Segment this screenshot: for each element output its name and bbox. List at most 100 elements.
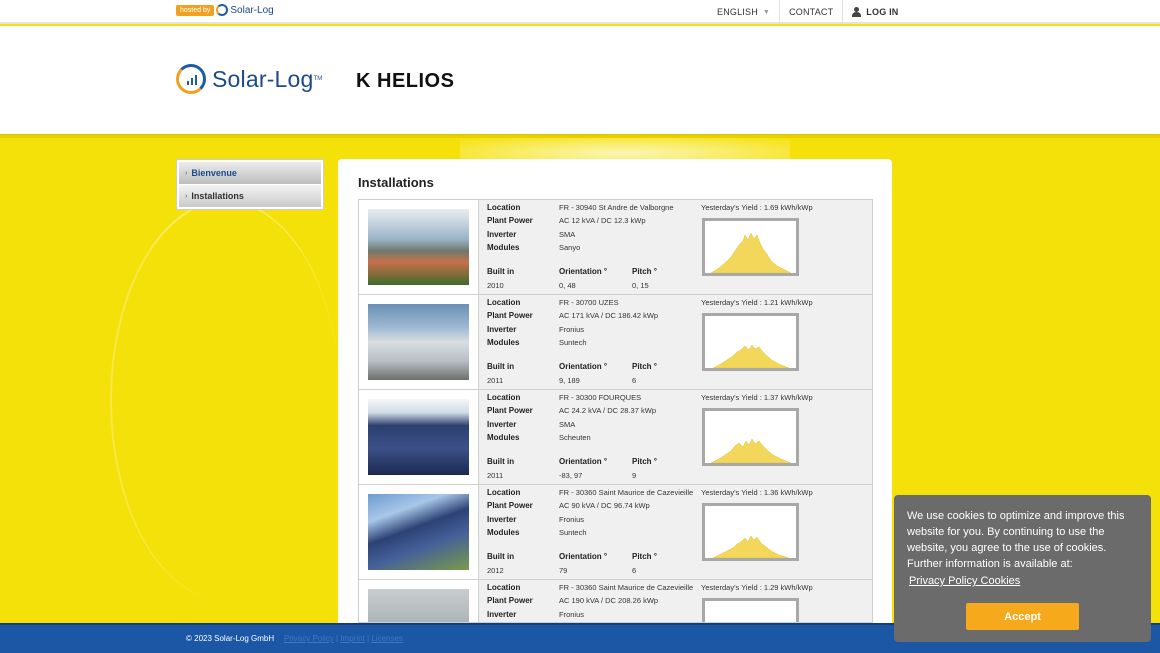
sidebar-item-installations[interactable]: › Installations xyxy=(179,185,321,207)
location-value: FR - 30300 FOURQUES xyxy=(559,393,642,402)
accept-cookies-button[interactable]: Accept xyxy=(966,603,1079,630)
inverter-label: Inverter xyxy=(487,325,517,334)
sidebar-menu: › Bienvenue › Installations xyxy=(176,159,324,210)
inverter-label: Inverter xyxy=(487,420,517,429)
orientation-label: Orientation ° xyxy=(559,457,608,466)
yield-mini-chart[interactable] xyxy=(702,218,799,276)
user-icon xyxy=(852,7,862,17)
privacy-policy-link[interactable]: Privacy Policy xyxy=(284,634,334,643)
modules-value: Suntech xyxy=(559,338,587,347)
language-selector[interactable]: ENGLISH ▼ xyxy=(708,0,779,24)
language-label: ENGLISH xyxy=(717,7,758,17)
pitch-value: 6 xyxy=(632,566,637,575)
yesterday-yield: Yesterday's Yield : 1.21 kWh/kWp xyxy=(701,298,813,307)
top-nav: ENGLISH ▼ CONTACT LOG IN xyxy=(708,0,908,24)
modules-value: Sanyo xyxy=(559,243,581,252)
plant-power-value: AC 171 kVA / DC 186.42 kWp xyxy=(559,311,659,320)
installation-row[interactable]: Location FR - 30360 Saint Maurice de Caz… xyxy=(359,485,872,580)
site-title: K HELIOS xyxy=(356,70,455,92)
installation-row[interactable]: Location FR - 30700 UZES Plant Power AC … xyxy=(359,295,872,390)
cookie-text: We use cookies to optimize and improve t… xyxy=(907,510,1125,570)
plant-power-value: AC 12 kVA / DC 12.3 kWp xyxy=(559,216,646,225)
imprint-link[interactable]: Imprint xyxy=(340,634,364,643)
installation-info: Location FR - 30360 Saint Maurice de Caz… xyxy=(479,485,872,579)
installation-info: Location FR - 30700 UZES Plant Power AC … xyxy=(479,295,872,389)
cookie-banner: We use cookies to optimize and improve t… xyxy=(894,495,1151,642)
hosted-by-badge[interactable]: hosted by Solar-Log xyxy=(176,4,274,16)
plant-power-value: AC 24.2 kVA / DC 28.37 kWp xyxy=(559,406,656,415)
page-title: Installations xyxy=(358,175,434,190)
thumbnail-cell xyxy=(359,295,479,389)
plant-power-label: Plant Power xyxy=(487,311,533,320)
licenses-link[interactable]: Licenses xyxy=(371,634,403,643)
pitch-label: Pitch ° xyxy=(632,457,657,466)
pitch-label: Pitch ° xyxy=(632,362,657,371)
plant-power-value: AC 190 kVA / DC 208.26 kWp xyxy=(559,596,659,605)
modules-value: Scheuten xyxy=(559,433,591,442)
sidebar-item-label: Bienvenue xyxy=(191,168,237,178)
installation-row[interactable]: Location FR - 30300 FOURQUES Plant Power… xyxy=(359,390,872,485)
top-bar: hosted by Solar-Log ENGLISH ▼ CONTACT LO… xyxy=(0,0,1160,24)
installation-photo[interactable] xyxy=(368,399,469,475)
modules-label: Modules xyxy=(487,433,520,442)
sidebar-item-bienvenue[interactable]: › Bienvenue xyxy=(179,162,321,184)
pitch-label: Pitch ° xyxy=(632,267,657,276)
installation-photo[interactable] xyxy=(368,304,469,380)
plant-power-label: Plant Power xyxy=(487,501,533,510)
built-in-value: 2011 xyxy=(487,376,504,385)
modules-value: Suntech xyxy=(559,528,587,537)
orientation-value: 0, 48 xyxy=(559,281,576,290)
installation-photo[interactable] xyxy=(368,209,469,285)
site-header xyxy=(0,26,1160,134)
thumbnail-cell xyxy=(359,485,479,579)
privacy-policy-cookies-link[interactable]: Privacy Policy Cookies xyxy=(909,575,1138,587)
copyright-text: © 2023 Solar-Log GmbH xyxy=(186,634,275,643)
yield-mini-chart[interactable] xyxy=(702,598,799,622)
installation-row[interactable]: Location FR - 30940 St Andre de Valborgn… xyxy=(359,200,872,295)
login-link[interactable]: LOG IN xyxy=(842,0,907,24)
orientation-label: Orientation ° xyxy=(559,362,608,371)
pitch-label: Pitch ° xyxy=(632,552,657,561)
yield-mini-chart[interactable] xyxy=(702,313,799,371)
contact-link[interactable]: CONTACT xyxy=(779,0,842,24)
decorative-swirl xyxy=(110,200,340,600)
location-label: Location xyxy=(487,203,521,212)
main-panel: Installations Location FR - 30940 St And… xyxy=(338,159,892,623)
inverter-value: SMA xyxy=(559,230,576,239)
plant-power-label: Plant Power xyxy=(487,216,533,225)
login-label: LOG IN xyxy=(866,7,899,17)
solar-log-mini-icon xyxy=(216,4,229,16)
installation-photo[interactable] xyxy=(368,589,469,622)
location-label: Location xyxy=(487,583,521,592)
location-label: Location xyxy=(487,298,521,307)
solar-log-logo[interactable]: Solar-Log TM xyxy=(176,64,322,94)
plant-power-label: Plant Power xyxy=(487,406,533,415)
built-in-label: Built in xyxy=(487,267,515,276)
built-in-label: Built in xyxy=(487,362,515,371)
built-in-value: 2011 xyxy=(487,471,504,480)
location-value: FR - 30360 Saint Maurice de Cazevieille xyxy=(559,583,694,592)
modules-label: Modules xyxy=(487,243,520,252)
installation-info: Location FR - 30360 Saint Maurice de Caz… xyxy=(479,580,872,622)
yield-mini-chart[interactable] xyxy=(702,408,799,466)
inverter-value: Fronius xyxy=(559,325,585,334)
pitch-value: 0, 15 xyxy=(632,281,649,290)
built-in-value: 2010 xyxy=(487,281,504,290)
yesterday-yield: Yesterday's Yield : 1.36 kWh/kWp xyxy=(701,488,813,497)
installations-list[interactable]: Location FR - 30940 St Andre de Valborgn… xyxy=(358,199,873,623)
yesterday-yield: Yesterday's Yield : 1.37 kWh/kWp xyxy=(701,393,813,402)
hosted-by-label: hosted by xyxy=(176,4,215,16)
location-value: FR - 30360 Saint Maurice de Cazevieille xyxy=(559,488,694,497)
inverter-value: Fronius xyxy=(559,610,585,619)
installation-photo[interactable] xyxy=(368,494,469,570)
installation-row[interactable]: Location FR - 30360 Saint Maurice de Caz… xyxy=(359,580,872,622)
modules-label: Modules xyxy=(487,528,520,537)
built-in-label: Built in xyxy=(487,457,515,466)
orientation-label: Orientation ° xyxy=(559,267,608,276)
orientation-value: 9, 189 xyxy=(559,376,580,385)
solar-log-logo-icon xyxy=(176,64,206,94)
yield-mini-chart[interactable] xyxy=(702,503,799,561)
thumbnail-cell xyxy=(359,200,479,294)
location-value: FR - 30700 UZES xyxy=(559,298,619,307)
logo-text: Solar-Log xyxy=(212,65,314,92)
